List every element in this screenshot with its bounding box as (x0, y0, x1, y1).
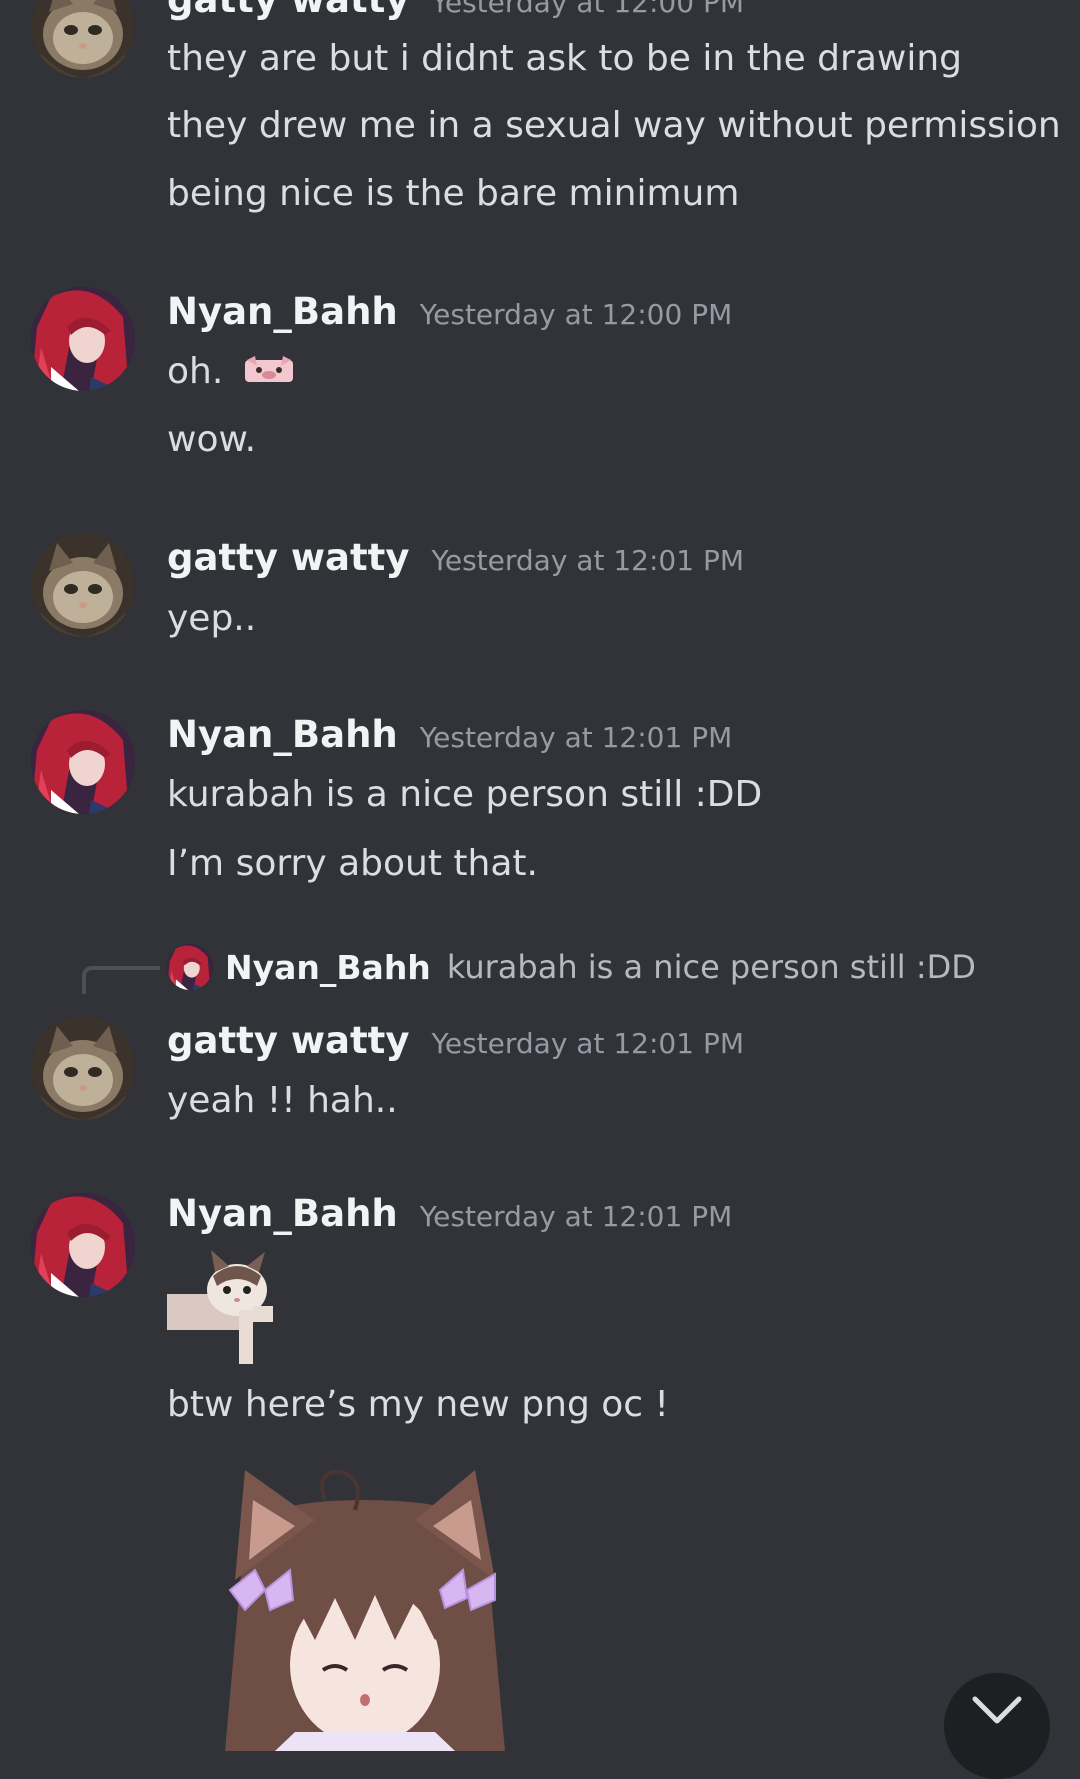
username[interactable]: Nyan_Bahh (167, 713, 398, 756)
message-text: they are but i didnt ask to be in the dr… (167, 38, 962, 79)
message-text: being nice is the bare minimum (167, 173, 740, 214)
chevron-down-icon (971, 1695, 1023, 1729)
oc-character-image[interactable] (205, 1469, 525, 1751)
message-text: oh. (167, 350, 293, 395)
reply-preview[interactable]: Nyan_Bahh kurabah is a nice person still… (167, 944, 976, 990)
avatar-nyan-bahh[interactable] (31, 1193, 135, 1297)
pig-emoji[interactable] (244, 351, 293, 395)
timestamp: Yesterday at 12:01 PM (419, 721, 733, 754)
message-text: yeah !! hah.. (167, 1080, 398, 1121)
reply-username[interactable]: Nyan_Bahh (225, 948, 431, 987)
avatar-gatty-watty[interactable] (31, 1016, 135, 1120)
avatar-nyan-bahh[interactable] (31, 710, 135, 814)
message-text: kurabah is a nice person still :DD (167, 774, 763, 815)
message-header: Nyan_Bahh Yesterday at 12:01 PM (167, 713, 732, 756)
username[interactable]: gatty watty (167, 0, 409, 21)
username[interactable]: Nyan_Bahh (167, 290, 398, 333)
timestamp: Yesterday at 12:01 PM (419, 1200, 733, 1233)
reply-text[interactable]: kurabah is a nice person still :DD (447, 948, 976, 986)
avatar-nyan-bahh[interactable] (31, 287, 135, 391)
message-header: gatty watty Yesterday at 12:01 PM (167, 536, 744, 579)
timestamp: Yesterday at 12:00 PM (431, 0, 744, 19)
message-text: they drew me in a sexual way without per… (167, 105, 1061, 146)
avatar-gatty-watty[interactable] (31, 533, 135, 637)
chat-message-list[interactable]: gatty watty Yesterday at 12:00 PM they a… (0, 0, 1080, 1751)
cat-sticker[interactable] (167, 1250, 287, 1365)
timestamp: Yesterday at 12:00 PM (419, 298, 733, 331)
message-text: wow. (167, 419, 257, 460)
message-header: Nyan_Bahh Yesterday at 12:01 PM (167, 1192, 732, 1235)
message-header: Nyan_Bahh Yesterday at 12:00 PM (167, 290, 732, 333)
reply-avatar (167, 944, 213, 990)
reply-spine (82, 966, 160, 994)
timestamp: Yesterday at 12:01 PM (431, 1027, 744, 1060)
username[interactable]: gatty watty (167, 536, 409, 579)
message-text: I’m sorry about that. (167, 843, 538, 884)
scroll-to-bottom-button[interactable] (944, 1673, 1050, 1779)
message-header: gatty watty Yesterday at 12:00 PM (167, 0, 744, 21)
avatar-gatty-watty[interactable] (31, 0, 135, 78)
username[interactable]: Nyan_Bahh (167, 1192, 398, 1235)
timestamp: Yesterday at 12:01 PM (431, 544, 744, 577)
message-header: gatty watty Yesterday at 12:01 PM (167, 1019, 744, 1062)
message-text-content: oh. (167, 351, 224, 392)
message-text: btw here’s my new png oc ! (167, 1384, 669, 1425)
username[interactable]: gatty watty (167, 1019, 409, 1062)
message-text: yep.. (167, 598, 257, 639)
